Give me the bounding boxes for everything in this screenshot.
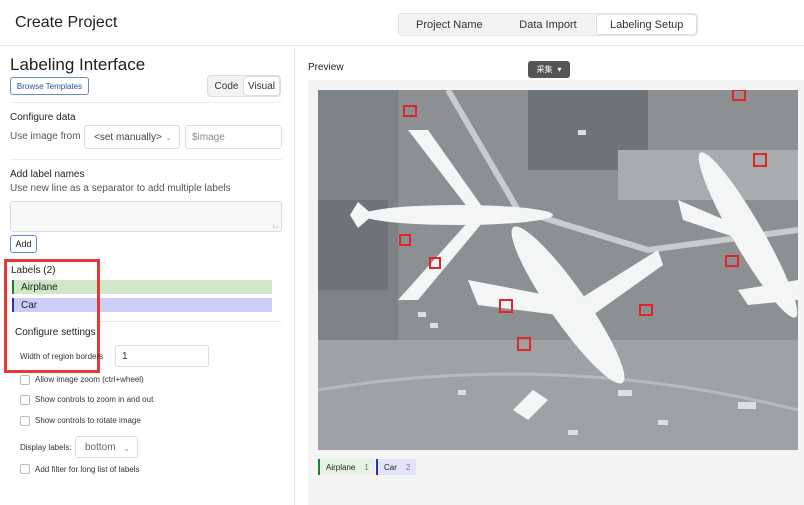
preview-label-chip-car[interactable]: Car 2 [376, 459, 417, 475]
divider [10, 159, 282, 160]
tab-labeling-setup[interactable]: Labeling Setup [597, 15, 697, 34]
view-toggle: Code Visual [207, 75, 281, 97]
border-width-input[interactable]: 1 [115, 345, 209, 367]
browse-templates-button[interactable]: Browse Templates [10, 77, 89, 95]
border-width-label: Width of region borders [20, 352, 104, 361]
top-header: Create Project Project Name Data Import … [0, 0, 804, 46]
labeling-interface-title: Labeling Interface [10, 55, 146, 74]
language-dropdown-button[interactable]: 采集 ▾ [528, 61, 570, 78]
image-source-value: <set manually> [94, 131, 162, 143]
chevron-down-icon: ⌄ [165, 133, 172, 142]
code-view-button[interactable]: Code [209, 77, 244, 95]
chip-name: Airplane [326, 462, 356, 472]
airport-aerial-image[interactable] [318, 90, 798, 450]
wizard-steps: Project Name Data Import Labeling Setup [398, 13, 698, 36]
display-labels-value: bottom [85, 441, 116, 453]
display-labels-label: Display labels: [20, 443, 72, 452]
image-source-select[interactable]: <set manually> ⌄ [84, 125, 180, 149]
chevron-down-icon: ⌄ [123, 444, 130, 453]
zoom-option-label: Allow image zoom (ctrl+wheel) [35, 375, 144, 384]
config-panel: Labeling Interface Browse Templates Code… [0, 47, 295, 505]
image-value-input[interactable]: $image [185, 125, 282, 149]
language-button-label: 采集 [536, 65, 553, 74]
configure-data-title: Configure data [10, 112, 76, 123]
preview-title: Preview [308, 62, 344, 73]
resize-handle-icon[interactable]: ∟ [272, 223, 279, 230]
configure-settings-title: Configure settings [15, 327, 96, 338]
rotate-controls-option-label: Show controls to rotate image [35, 416, 141, 425]
use-image-from-label: Use image from [10, 131, 81, 142]
divider [10, 102, 282, 103]
rotate-controls-checkbox[interactable] [20, 416, 30, 426]
zoom-checkbox[interactable] [20, 375, 30, 385]
chip-hotkey: 2 [405, 462, 411, 472]
visual-view-button[interactable]: Visual [244, 77, 279, 95]
page-title: Create Project [15, 14, 118, 31]
label-names-textarea[interactable]: ∟ [10, 201, 282, 232]
add-label-hint: Use new line as a separator to add multi… [10, 183, 231, 194]
zoom-controls-checkbox[interactable] [20, 395, 30, 405]
display-labels-select[interactable]: bottom ⌄ [75, 436, 138, 458]
preview-label-chip-airplane[interactable]: Airplane 1 [318, 459, 375, 475]
filter-option-label: Add filter for long list of labels [35, 465, 140, 474]
filter-checkbox[interactable] [20, 464, 30, 474]
airport-photo-illustration [318, 90, 798, 450]
chip-name: Car [384, 462, 397, 472]
divider [100, 321, 282, 322]
chip-hotkey: 1 [364, 462, 369, 472]
caret-down-icon: ▾ [557, 65, 562, 74]
tab-data-import[interactable]: Data Import [499, 15, 598, 34]
tab-project-name[interactable]: Project Name [400, 15, 499, 34]
add-label-names-title: Add label names [10, 169, 85, 180]
add-labels-button[interactable]: Add [10, 235, 37, 253]
zoom-controls-option-label: Show controls to zoom in and out [35, 395, 154, 404]
